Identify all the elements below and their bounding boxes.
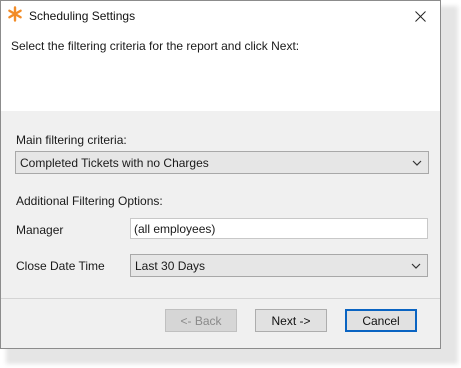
back-button[interactable]: <- Back [165, 309, 237, 332]
chevron-down-icon [411, 263, 421, 269]
asterisk-icon [8, 6, 22, 22]
main-criteria-dropdown[interactable]: Completed Tickets with no Charges [15, 151, 429, 174]
close-button[interactable] [400, 1, 440, 31]
dialog-window: Scheduling Settings Select the filtering… [0, 0, 441, 349]
chevron-down-icon [412, 160, 422, 166]
footer-divider [1, 298, 440, 299]
main-criteria-value: Completed Tickets with no Charges [20, 155, 209, 170]
close-date-time-value: Last 30 Days [135, 258, 206, 273]
manager-label: Manager [16, 223, 64, 237]
instruction-panel: Select the filtering criteria for the re… [1, 31, 440, 111]
manager-field[interactable]: (all employees) [130, 218, 428, 239]
close-date-time-label: Close Date Time [16, 259, 105, 273]
close-icon [414, 10, 426, 22]
close-date-time-dropdown[interactable]: Last 30 Days [130, 254, 428, 277]
title-bar: Scheduling Settings [1, 1, 440, 31]
cancel-button[interactable]: Cancel [345, 309, 417, 332]
manager-value: (all employees) [134, 221, 216, 236]
window-title: Scheduling Settings [29, 9, 136, 23]
additional-options-label: Additional Filtering Options: [16, 194, 163, 208]
next-button[interactable]: Next -> [255, 309, 327, 332]
main-criteria-label: Main filtering criteria: [16, 133, 127, 147]
instruction-text: Select the filtering criteria for the re… [11, 39, 300, 53]
